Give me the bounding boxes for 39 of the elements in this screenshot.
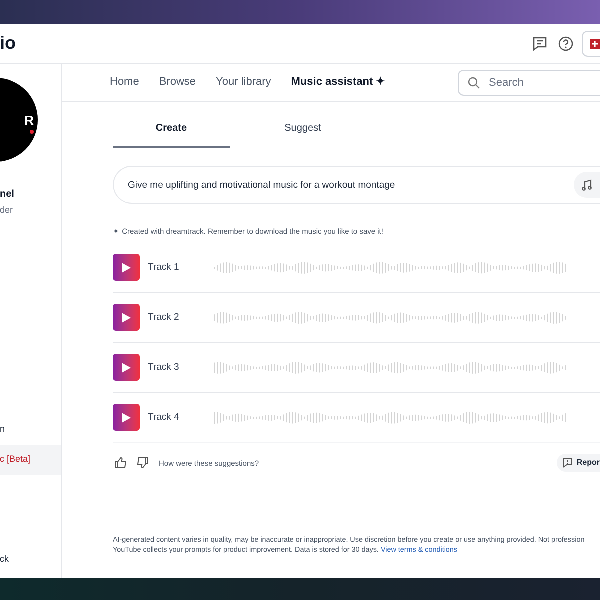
search-icon <box>468 76 480 88</box>
avatar-text: R <box>24 114 34 126</box>
nav-tab[interactable]: Browse <box>159 74 196 91</box>
play-icon <box>122 362 131 373</box>
mode-tab[interactable]: Suggest <box>230 118 376 148</box>
track-title: Track 3 <box>148 360 180 375</box>
track-title: Track 4 <box>148 410 180 425</box>
sidebar-item[interactable]: c [Beta] <box>0 445 61 475</box>
sidebar-item[interactable]: n <box>0 415 61 445</box>
dot-icon <box>30 130 34 134</box>
channel-name: nel <box>0 190 14 200</box>
music-generate-button[interactable] <box>574 172 600 198</box>
nav-tab[interactable]: Home <box>110 74 140 91</box>
nav-tab[interactable]: Music assistant ✦ <box>291 74 386 91</box>
search-field[interactable]: Search <box>458 70 600 96</box>
play-button[interactable] <box>113 354 140 382</box>
thumbs-up-icon[interactable] <box>115 457 127 470</box>
play-icon <box>122 412 131 423</box>
sidebar-item[interactable]: ck <box>0 552 9 566</box>
thumbs-down-icon[interactable] <box>137 457 149 470</box>
prompt-field[interactable]: Give me uplifting and motivational music for a workout montage <box>113 166 600 204</box>
report-button[interactable]: Repor <box>556 454 600 472</box>
report-icon <box>562 458 573 468</box>
play-button[interactable] <box>113 404 140 432</box>
nav-tab[interactable]: Your library <box>216 74 272 91</box>
channel-role: der <box>0 206 14 215</box>
help-icon[interactable] <box>558 36 574 52</box>
track-title: Track 2 <box>148 310 180 325</box>
play-icon <box>122 312 131 323</box>
cross-icon <box>590 38 600 48</box>
feedback-icon[interactable] <box>532 36 548 52</box>
play-icon <box>122 262 131 273</box>
play-button[interactable] <box>113 304 140 332</box>
logo-text: io <box>0 32 16 55</box>
account-button[interactable] <box>582 30 600 56</box>
mode-tab[interactable]: Create <box>113 118 230 148</box>
music-note-icon <box>581 179 593 191</box>
track-title: Track 1 <box>148 260 180 275</box>
play-button[interactable] <box>113 254 140 282</box>
